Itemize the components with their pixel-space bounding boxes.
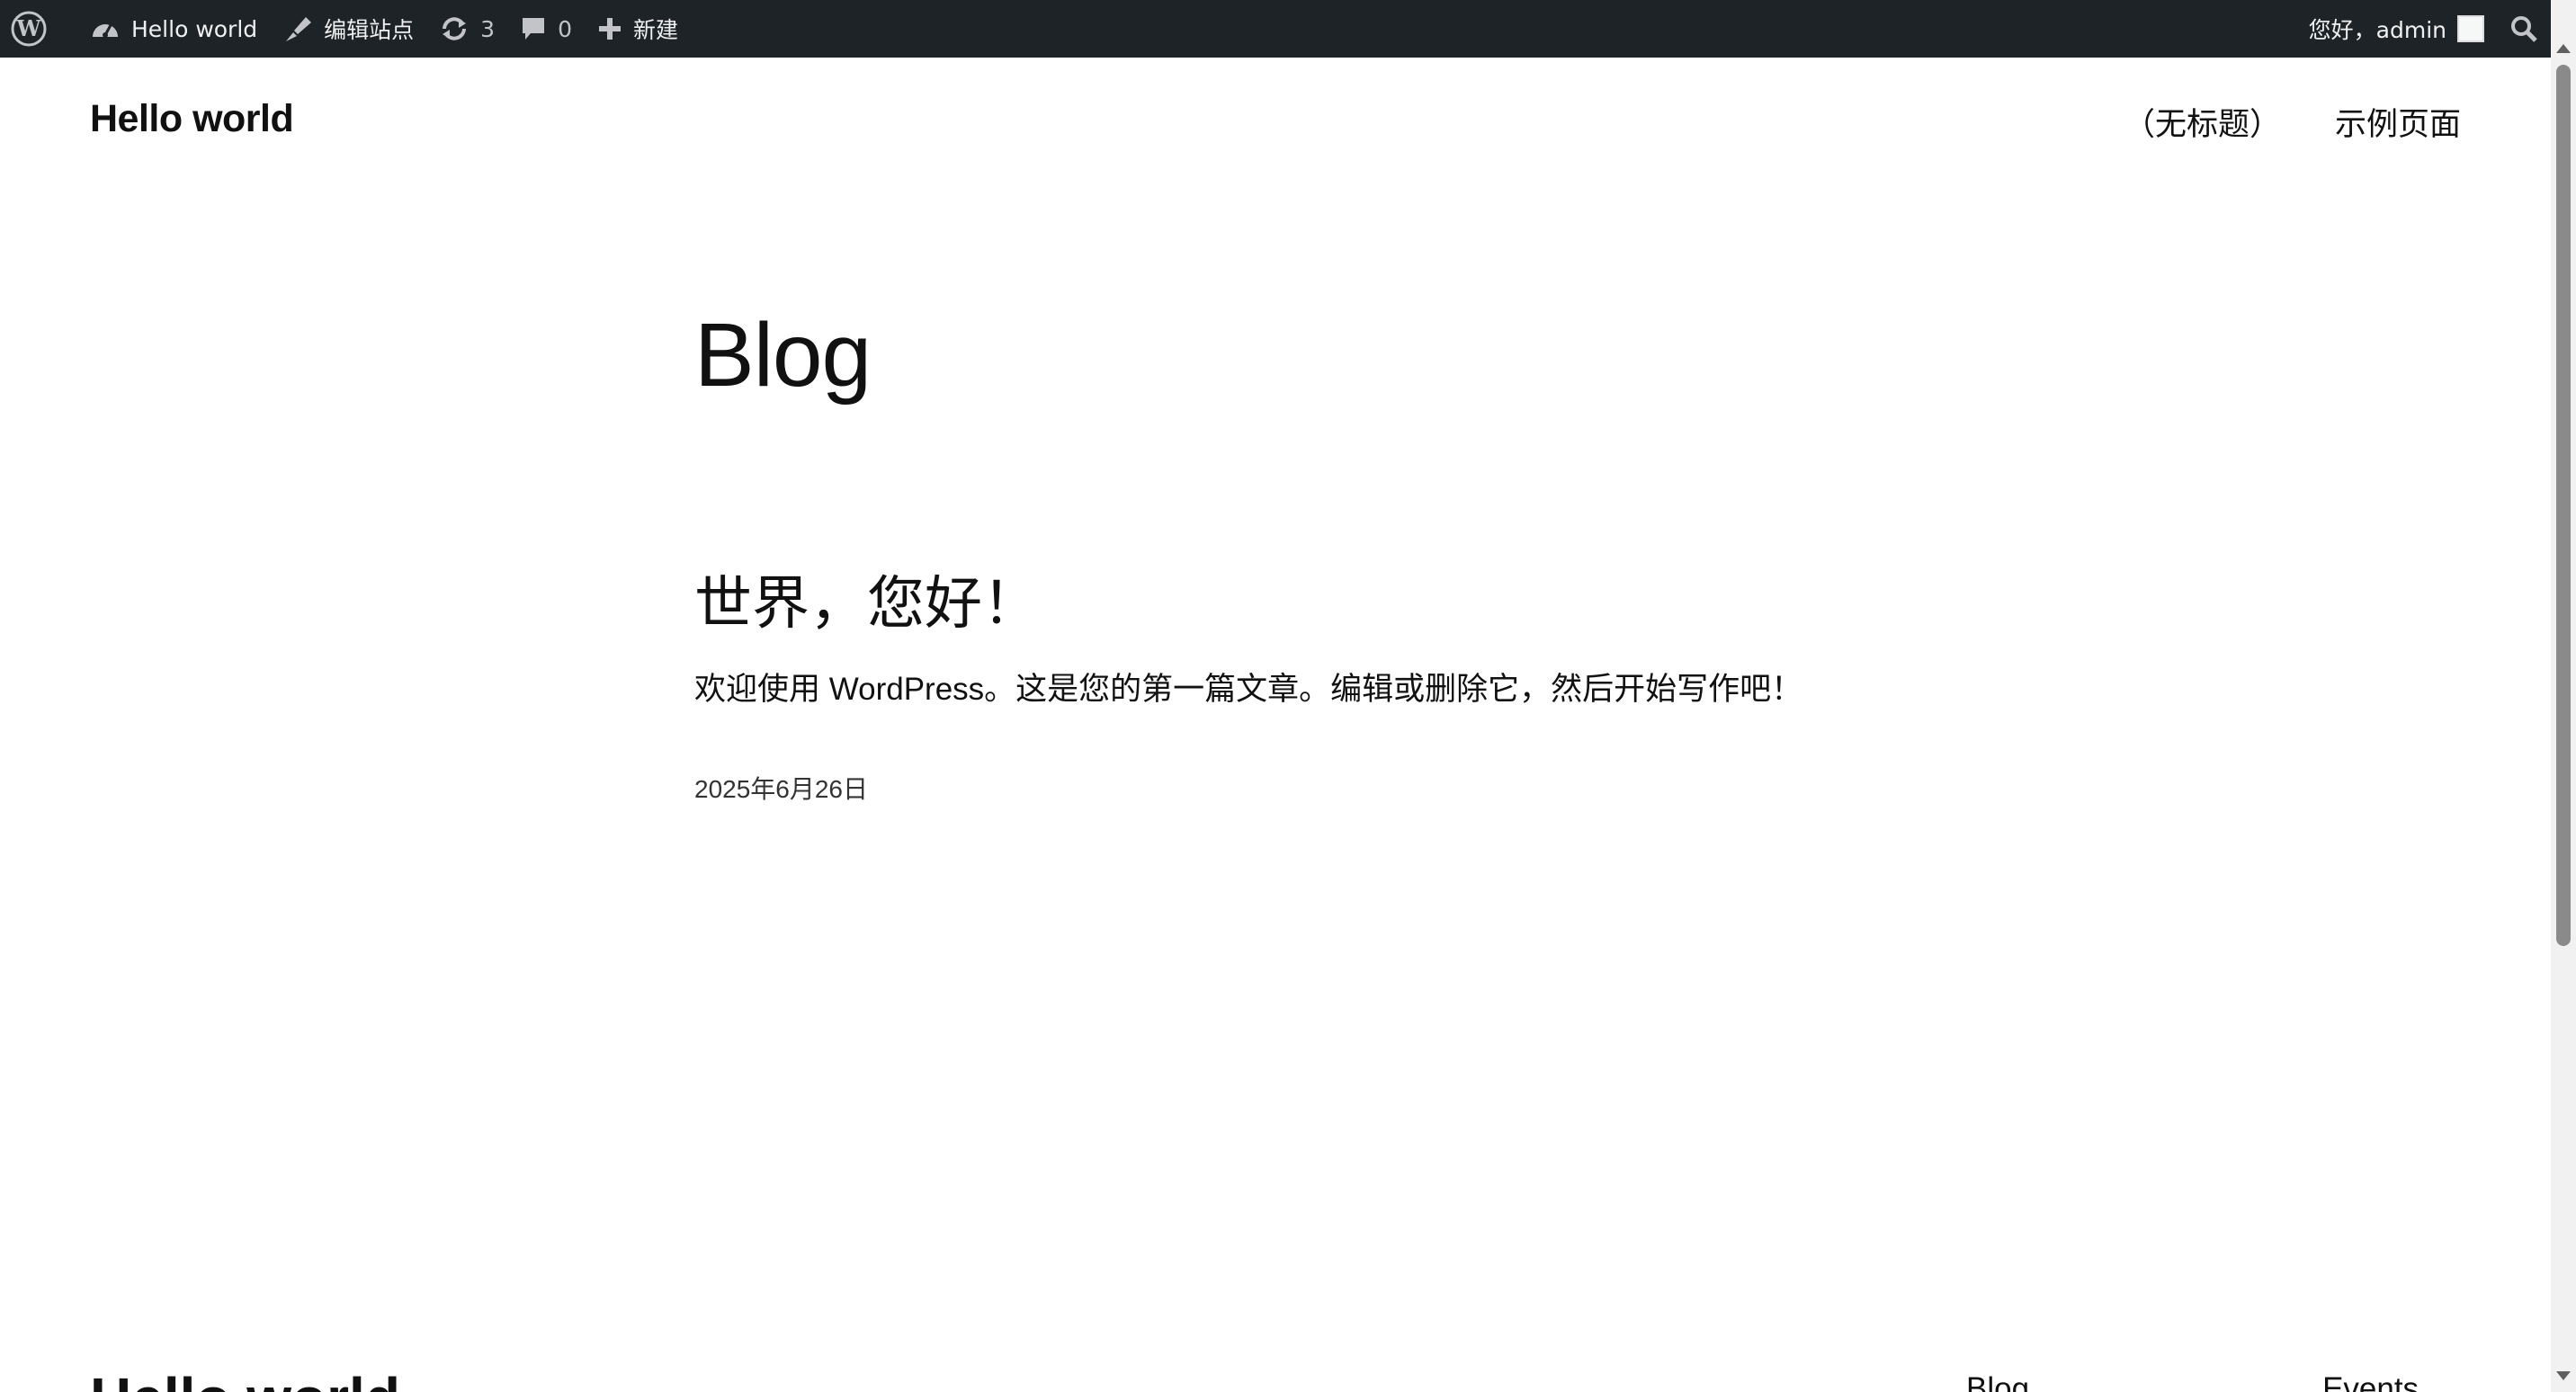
avatar [2457,15,2484,42]
post-title-link[interactable]: 世界，您好！ [694,558,1040,640]
comment-icon [520,15,547,42]
page-title: Blog [694,305,872,406]
comments-button[interactable]: 0 [507,0,585,58]
scrollbar-thumb[interactable] [2556,65,2571,946]
scroll-up-arrow-icon[interactable] [2551,36,2576,61]
browser-viewport: W Hello world 编辑站点 3 0 新建 您好，admin Hello… [0,0,2551,1392]
wordpress-logo-button[interactable]: W [0,0,59,58]
nav-item-untitled[interactable]: （无标题） [2124,99,2281,145]
footer-nav-events[interactable]: Events [2322,1371,2419,1392]
greeting-label: 您好，admin [2308,17,2446,43]
brush-icon [282,14,313,43]
account-menu[interactable]: 您好，admin [2296,0,2497,58]
footer-navigation: Blog Events [1966,1371,2419,1392]
search-icon [2509,14,2538,43]
scroll-down-arrow-icon[interactable] [2551,1363,2576,1388]
svg-text:W: W [16,15,42,41]
site-title-link[interactable]: Hello world [90,97,294,141]
dashboard-icon [90,15,121,42]
new-content-label: 新建 [632,17,678,43]
updates-button[interactable]: 3 [426,0,507,58]
nav-item-sample-page[interactable]: 示例页面 [2335,99,2461,145]
edit-site-label: 编辑站点 [324,17,415,43]
admin-bar: W Hello world 编辑站点 3 0 新建 您好，admin [0,0,2551,58]
main-content: Blog 世界，您好！ 欢迎使用 WordPress。这是您的第一篇文章。编辑或… [694,305,1864,803]
header-navigation: （无标题） 示例页面 [2124,99,2461,145]
post-excerpt: 欢迎使用 WordPress。这是您的第一篇文章。编辑或删除它，然后开始写作吧！ [694,672,1803,707]
page-scrollbar[interactable] [2551,0,2576,1392]
search-button[interactable] [2497,0,2551,58]
site-name-menu[interactable]: Hello world [77,0,270,58]
wordpress-icon: W [11,11,47,47]
update-icon [439,15,470,42]
site-name-label: Hello world [131,15,258,42]
post-date[interactable]: 2025年6月26日 [694,770,868,806]
plus-icon [597,16,622,41]
new-content-button[interactable]: 新建 [585,0,691,58]
updates-count: 3 [480,15,496,42]
edit-site-button[interactable]: 编辑站点 [270,0,426,58]
comments-count: 0 [558,15,572,42]
footer-nav-blog[interactable]: Blog [1966,1371,2029,1392]
footer-site-title[interactable]: Hello world [90,1365,400,1392]
